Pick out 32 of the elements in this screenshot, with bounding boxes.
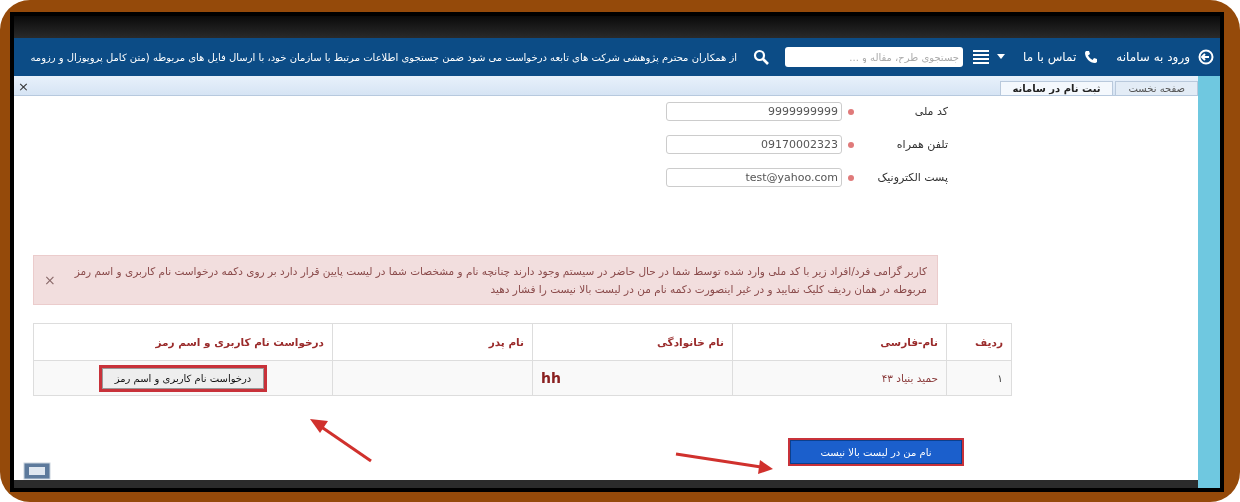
field-label: پست الکترونیک — [876, 171, 948, 184]
request-button[interactable]: درخواست نام کاربری و اسم رمز — [101, 367, 265, 389]
login-link[interactable]: ورود به سامانه — [1116, 50, 1190, 64]
announcement-text: از همکاران محترم پژوهشی شرکت های تابعه درخواست می شود ضمن جستجوی اطلاعات مرتبط با سازمان خود، با ارسال فایل های مربوطه (متن کامل پروپوزال و رزومه — [30, 51, 737, 63]
contact-link[interactable]: تماس با ما — [1023, 50, 1077, 64]
login-icon[interactable] — [1198, 49, 1214, 65]
search-field[interactable]: جستجوی طرح، مقاله و ... — [785, 47, 963, 67]
table-cell: hh — [532, 360, 733, 396]
field-label: تلفن همراه — [895, 138, 948, 151]
menu-icon[interactable] — [973, 50, 989, 64]
column-header: نام پدر — [332, 323, 533, 361]
tab[interactable]: صفحه نخست — [1115, 81, 1198, 95]
input-field[interactable]: test@yahoo.com — [666, 168, 842, 187]
field-label: کد ملی — [913, 105, 948, 118]
table-cell: حمید بنیاد ۴۳ — [732, 360, 947, 396]
caret-icon[interactable] — [997, 54, 1005, 60]
tab[interactable]: ثبت نام در سامانه — [999, 81, 1114, 95]
table-cell: ۱ — [946, 360, 1012, 396]
column-header: نام-فارسی — [732, 323, 947, 361]
phone-icon — [1084, 50, 1099, 64]
column-header: ردیف — [946, 323, 1012, 361]
column-header: درخواست نام کاربری و اسم رمز — [33, 323, 333, 361]
column-header: نام خانوادگی — [532, 323, 733, 361]
not-listed-button[interactable]: نام من در لیست بالا نیست — [790, 440, 962, 464]
search-icon[interactable] — [753, 49, 769, 65]
close-icon[interactable]: × — [44, 272, 56, 288]
input-field[interactable]: 09170002323 — [666, 135, 842, 154]
close-icon[interactable]: × — [14, 79, 33, 95]
alert-message: کاربر گرامی فرد/افراد زیر با کد ملی وارد شده توسط شما در حال حاضر در سیستم وجود دارند چنانچه نام و مشخصات شما در لیست پایین قرار دارد بر روی دکمه درخواست نام کاربری و اسم رمز مربوطه در همان ردیف کلیک نمایید و در غیر اینصورت دکمه نام من در لیست بالا نیست را فشار دهید — [73, 264, 927, 298]
input-field[interactable]: 9999999999 — [666, 102, 842, 121]
monitor-icon[interactable] — [23, 462, 51, 480]
arrow — [310, 419, 372, 463]
